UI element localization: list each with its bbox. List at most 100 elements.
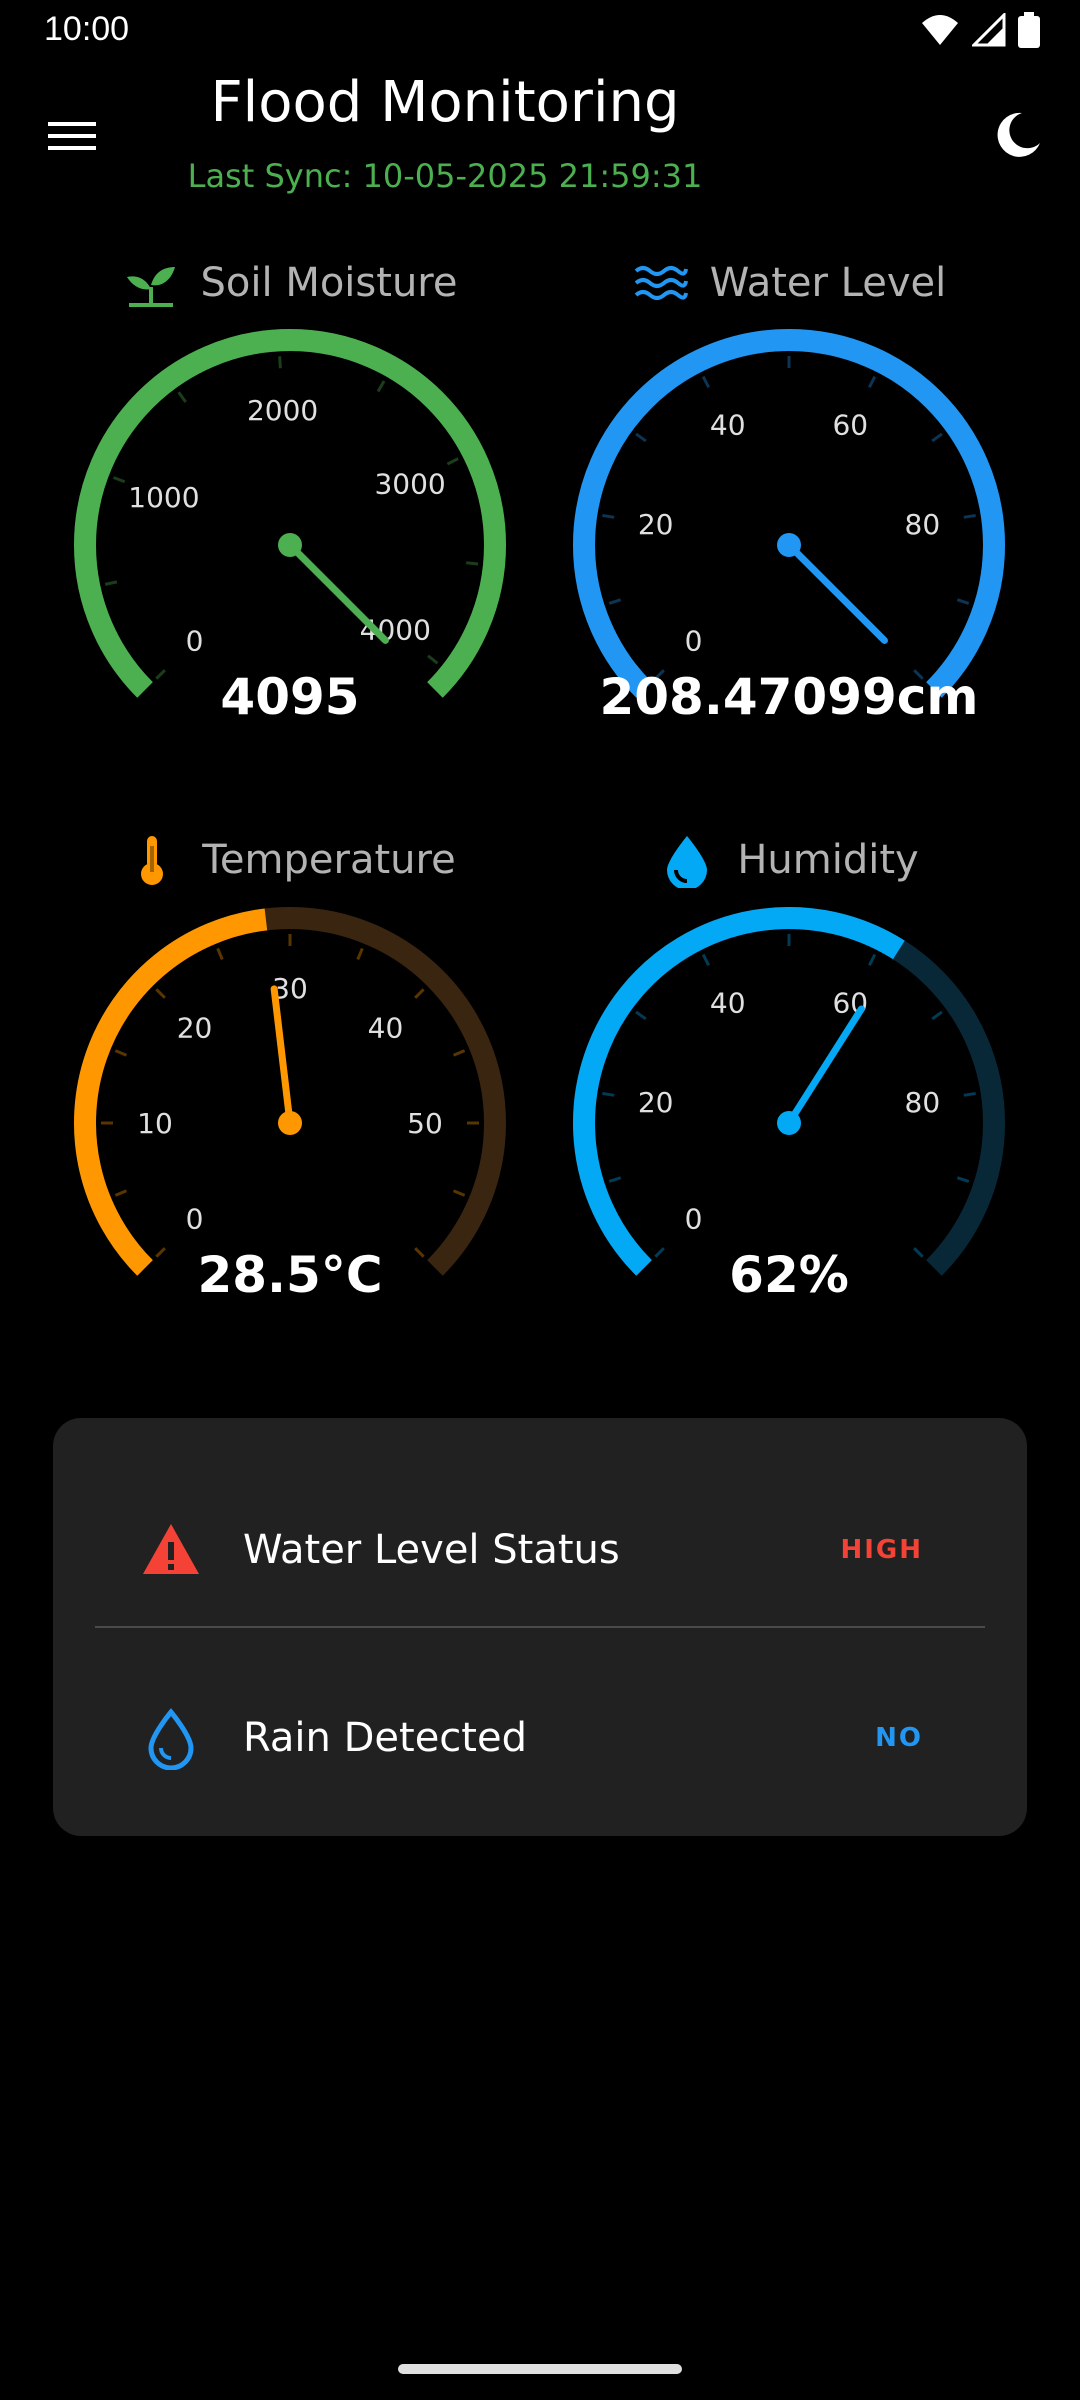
soil-moisture-tick-mark bbox=[427, 654, 439, 665]
divider bbox=[95, 1626, 985, 1628]
temperature-label: Temperature bbox=[202, 837, 456, 883]
humidity-header: Humidity bbox=[539, 830, 1039, 890]
water-level-tick-mark bbox=[608, 598, 622, 605]
temperature-value: 28.5°C bbox=[197, 1246, 383, 1304]
water-level-tick-label: 0 bbox=[685, 624, 703, 657]
soil-moisture-tick-mark bbox=[465, 561, 479, 566]
humidity-tick-mark bbox=[963, 1091, 976, 1097]
rain-detected-label: Rain Detected bbox=[243, 1715, 527, 1761]
app-bar: Flood Monitoring Last Sync: 10-05-2025 2… bbox=[0, 62, 1080, 212]
soil-moisture-tick-mark bbox=[177, 391, 187, 403]
page-title: Flood Monitoring bbox=[210, 70, 680, 135]
battery-icon bbox=[1018, 12, 1040, 48]
humidity-tick-label: 40 bbox=[710, 987, 746, 1020]
temperature-tick-mark bbox=[155, 988, 166, 999]
water-level-tick-mark bbox=[868, 375, 877, 388]
water-drop-icon bbox=[667, 836, 708, 888]
humidity-tick-mark bbox=[602, 1091, 615, 1097]
temperature-tick-label: 40 bbox=[368, 1012, 404, 1045]
warning-icon bbox=[143, 1524, 199, 1574]
water-level-tick-label: 40 bbox=[710, 409, 746, 442]
humidity-tick-mark bbox=[956, 1176, 970, 1183]
theme-toggle-button[interactable] bbox=[988, 107, 1044, 163]
humidity-tick-mark bbox=[931, 1010, 943, 1021]
temperature-needle-hub bbox=[278, 1111, 302, 1135]
humidity-gauge-value-arc bbox=[573, 907, 905, 1276]
rain-detected-value: NO bbox=[875, 1723, 923, 1753]
status-icons bbox=[920, 12, 1040, 48]
temperature-tick-mark bbox=[114, 1049, 128, 1057]
soil-moisture-tick-mark bbox=[278, 356, 282, 369]
water-level-status-row: Water Level Status HIGH bbox=[53, 1470, 1027, 1630]
temperature-tick-label: 0 bbox=[186, 1202, 204, 1235]
humidity-tick-label: 80 bbox=[905, 1086, 941, 1119]
soil-moisture-tick-mark bbox=[446, 457, 459, 466]
humidity-tick-mark bbox=[868, 953, 877, 966]
temperature-tick-label: 10 bbox=[137, 1107, 173, 1140]
humidity-tick-label: 60 bbox=[832, 987, 868, 1020]
temperature-tick-mark bbox=[414, 988, 425, 999]
water-level-tick-mark bbox=[602, 513, 615, 519]
water-level-tick-label: 60 bbox=[832, 409, 868, 442]
temperature-needle bbox=[270, 985, 294, 1127]
soil-moisture-needle-hub bbox=[278, 533, 302, 557]
humidity-tick-label: 20 bbox=[638, 1086, 674, 1119]
soil-moisture-tick-mark bbox=[112, 476, 126, 484]
wifi-icon bbox=[922, 15, 958, 45]
status-card: Water Level Status HIGH Rain Detected NO bbox=[53, 1418, 1027, 1836]
humidity-needle-hub bbox=[777, 1111, 801, 1135]
water-level-needle bbox=[785, 541, 888, 644]
humidity-needle bbox=[785, 1005, 865, 1127]
water-level-tick-mark bbox=[635, 432, 647, 443]
humidity-label: Humidity bbox=[737, 837, 919, 883]
moon-icon bbox=[997, 112, 1040, 157]
soil-moisture-tick-label: 2000 bbox=[247, 394, 318, 427]
temperature-tick-mark bbox=[452, 1049, 466, 1057]
signal-icon bbox=[972, 13, 1006, 47]
water-level-label: Water Level bbox=[709, 260, 947, 306]
menu-icon bbox=[48, 122, 96, 150]
water-level-status-value: HIGH bbox=[840, 1535, 923, 1565]
soil-moisture-value: 4095 bbox=[220, 668, 360, 726]
water-level-tick-mark bbox=[701, 375, 710, 388]
water-level-tick-label: 20 bbox=[638, 508, 674, 541]
water-level-tick-mark bbox=[931, 432, 943, 443]
last-sync-text: Last Sync: 10-05-2025 21:59:31 bbox=[187, 157, 703, 195]
water-level-status-label: Water Level Status bbox=[243, 1527, 620, 1573]
temperature-header: Temperature bbox=[40, 830, 540, 890]
water-level-header: Water Level bbox=[539, 253, 1039, 313]
thermometer-icon bbox=[141, 836, 164, 885]
humidity-tick-mark bbox=[608, 1176, 622, 1183]
humidity-tick-label: 0 bbox=[685, 1202, 703, 1235]
water-level-value: 208.47099cm bbox=[599, 668, 979, 726]
humidity-value: 62% bbox=[729, 1246, 849, 1304]
rain-detected-row: Rain Detected NO bbox=[53, 1658, 1027, 1818]
sprout-icon bbox=[126, 267, 175, 307]
status-time: 10:00 bbox=[44, 10, 130, 48]
temperature-tick-mark bbox=[114, 1189, 128, 1197]
temperature-tick-label: 20 bbox=[177, 1012, 213, 1045]
water-level-needle-hub bbox=[777, 533, 801, 557]
humidity-tick-mark bbox=[701, 953, 710, 966]
home-indicator[interactable] bbox=[398, 2364, 682, 2374]
waves-icon bbox=[634, 266, 688, 300]
temperature-tick-mark bbox=[356, 947, 364, 961]
soil-moisture-tick-label: 3000 bbox=[374, 467, 445, 500]
temperature-tick-label: 50 bbox=[407, 1107, 443, 1140]
soil-moisture-tick-mark bbox=[376, 380, 386, 393]
soil-moisture-tick-mark bbox=[104, 580, 118, 586]
soil-moisture-label: Soil Moisture bbox=[200, 260, 458, 306]
water-level-tick-mark bbox=[956, 598, 970, 605]
soil-moisture-tick-label: 0 bbox=[186, 624, 204, 657]
soil-moisture-gauge-value-arc bbox=[74, 329, 506, 698]
soil-moisture-tick-label: 1000 bbox=[128, 481, 199, 514]
temperature-gauge-value-arc bbox=[74, 908, 268, 1276]
temperature-tick-mark bbox=[216, 947, 224, 961]
soil-moisture-header: Soil Moisture bbox=[40, 253, 540, 313]
status-bar: 10:00 bbox=[0, 0, 1080, 62]
humidity-tick-mark bbox=[635, 1010, 647, 1021]
menu-button[interactable] bbox=[44, 114, 104, 158]
temperature-tick-mark bbox=[452, 1189, 466, 1197]
soil-moisture-needle bbox=[286, 541, 389, 644]
water-drop-outline-icon bbox=[148, 1708, 194, 1770]
